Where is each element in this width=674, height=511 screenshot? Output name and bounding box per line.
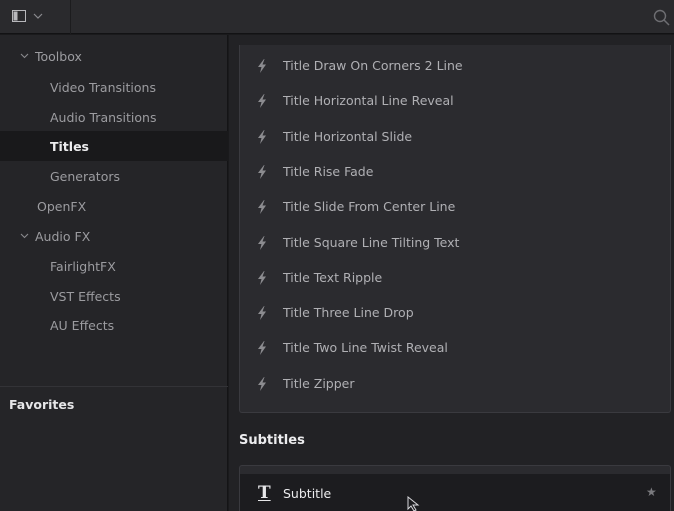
list-item-label: Subtitle [283,486,332,501]
sidebar-item-label: AU Effects [50,317,115,333]
sidebar-item-label: Generators [50,168,120,184]
star-icon[interactable]: ★ [646,485,657,499]
list-item[interactable]: Title Horizontal Line Reveal [240,83,670,118]
sidebar-item-label: Audio Transitions [50,109,157,125]
list-item[interactable]: Title Draw On Corners 2 Line [240,48,670,83]
list-item[interactable]: Title Two Line Twist Reveal [240,330,670,365]
sidebar-item-label: Titles [50,138,89,154]
sidebar-item-label: Video Transitions [50,79,156,95]
list-item-label: Title Square Line Tilting Text [283,235,460,250]
list-item[interactable]: Title Slide From Center Line [240,189,670,224]
search-icon[interactable] [653,9,671,27]
list-item-label: Title Three Line Drop [283,305,414,320]
list-item-label: Title Two Line Twist Reveal [283,340,448,355]
list-item[interactable]: Title Square Line Tilting Text [240,225,670,260]
chevron-down-icon [33,13,43,19]
chevron-down-icon[interactable] [19,233,29,239]
list-item-label: Title Text Ripple [283,270,383,285]
sidebar-item-toolbox[interactable]: Toolbox [0,41,228,71]
toolbar [0,0,674,34]
favorites-divider [0,386,228,387]
sidebar-item-generators[interactable]: Generators [0,161,228,191]
list-item[interactable]: Title Horizontal Slide [240,119,670,154]
sidebar-item-label: VST Effects [50,288,121,304]
list-item-subtitle[interactable]: T Subtitle ★ [240,474,670,511]
effects-list-panel: Title Draw On Corners 2 Line Title Horizo… [229,35,674,511]
sidebar-item-video-transitions[interactable]: Video Transitions [0,72,228,102]
lightning-bolt-icon [257,377,267,391]
subtitles-list: T Subtitle ★ [239,465,671,511]
list-item-label: Title Rise Fade [283,164,374,179]
mouse-cursor-icon [407,495,421,511]
lightning-bolt-icon [257,59,267,73]
lightning-bolt-icon [257,236,267,250]
sidebar-item-au-effects[interactable]: AU Effects [0,310,228,340]
sidebar-item-label: Audio FX [35,228,91,244]
sidebar-panel-icon [12,10,26,22]
text-t-icon: T [258,483,271,503]
lightning-bolt-icon [257,271,267,285]
sidebar-item-audio-transitions[interactable]: Audio Transitions [0,102,228,132]
lightning-bolt-icon [257,306,267,320]
sidebar-item-vst-effects[interactable]: VST Effects [0,281,228,311]
list-item[interactable]: Title Rise Fade [240,154,670,189]
lightning-bolt-icon [257,94,267,108]
section-title-subtitles: Subtitles [239,433,305,448]
sidebar-item-titles[interactable]: Titles [0,131,228,161]
list-item-label: Title Horizontal Slide [283,129,413,144]
titles-list: Title Draw On Corners 2 Line Title Horizo… [239,45,671,413]
panel-toggle-button[interactable] [6,5,50,27]
sidebar-item-label: FairlightFX [50,258,116,274]
lightning-bolt-icon [257,130,267,144]
chevron-down-icon[interactable] [19,53,29,59]
sidebar-item-audio-fx[interactable]: Audio FX [0,221,228,251]
sidebar-item-label: Toolbox [35,48,82,64]
list-item-label: Title Draw On Corners 2 Line [283,58,463,73]
favorites-header: Favorites [9,397,75,412]
list-item-label: Title Slide From Center Line [283,199,456,214]
toolbar-divider [70,0,71,34]
sidebar: Toolbox Video Transitions Audio Transiti… [0,35,228,511]
list-item[interactable]: Title Text Ripple [240,260,670,295]
list-item-label: Title Zipper [283,376,355,391]
sidebar-item-openfx[interactable]: OpenFX [0,191,228,221]
sidebar-item-fairlightfx[interactable]: FairlightFX [0,251,228,281]
list-item-label: Title Horizontal Line Reveal [283,93,454,108]
list-item[interactable]: Title Zipper [240,366,670,401]
lightning-bolt-icon [257,165,267,179]
list-item[interactable]: Title Three Line Drop [240,295,670,330]
lightning-bolt-icon [257,341,267,355]
lightning-bolt-icon [257,200,267,214]
sidebar-item-label: OpenFX [37,198,87,214]
